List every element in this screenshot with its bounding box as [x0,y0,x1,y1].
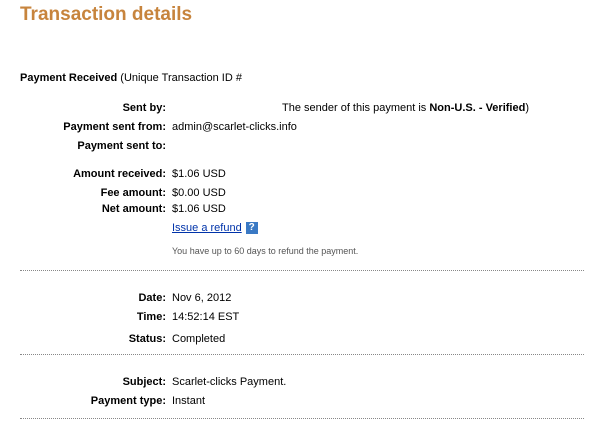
amount-received-value: $1.06 USD [172,168,226,180]
help-icon[interactable]: ? [245,222,258,235]
payment-received-heading: Payment Received (Unique Transaction ID … [20,72,242,84]
sender-verification: Non-U.S. - Verified [429,102,526,114]
fee-row: Fee amount: $0.00 USD [0,185,602,201]
subject-value: Scarlet-clicks Payment. [172,376,287,388]
status-row: Status: Completed [0,331,602,347]
fee-value: $0.00 USD [172,187,226,199]
transaction-id-text: (Unique Transaction ID # [117,72,242,84]
divider [20,270,584,271]
status-label: Status: [128,333,166,345]
time-row: Time: 14:52:14 EST [0,309,602,325]
net-label: Net amount: [101,203,166,215]
sent-to-row: Payment sent to: [0,138,602,154]
sent-from-value: admin@scarlet-clicks.info [172,121,297,133]
divider [20,418,584,419]
refund-area: Issue a refund? [172,222,258,235]
subject-row: Subject: Scarlet-clicks Payment. [0,374,602,390]
sent-by-row: Sent by: The sender of this payment is N… [0,100,602,116]
sent-from-label: Payment sent from: [63,121,166,133]
divider [20,354,584,355]
issue-refund-link[interactable]: Issue a refund [172,222,242,234]
net-row: Net amount: $1.06 USD [0,201,602,217]
sent-to-label: Payment sent to: [77,140,166,152]
sent-by-label: Sent by: [122,102,166,114]
amount-received-row: Amount received: $1.06 USD [0,166,602,182]
fee-label: Fee amount: [100,187,166,199]
sender-status-note: The sender of this payment is Non-U.S. -… [282,102,529,114]
page-title: Transaction details [20,4,193,25]
time-label: Time: [136,311,166,323]
payment-type-value: Instant [172,395,206,407]
subject-label: Subject: [122,376,166,388]
sent-from-row: Payment sent from: admin@scarlet-clicks.… [0,119,602,135]
payment-type-label: Payment type: [90,395,166,407]
net-value: $1.06 USD [172,203,226,215]
date-value: Nov 6, 2012 [172,292,232,304]
payment-type-row: Payment type: Instant [0,393,602,409]
time-value: 14:52:14 EST [172,311,240,323]
date-label: Date: [138,292,166,304]
amount-received-label: Amount received: [73,168,166,180]
status-value: Completed [172,333,226,345]
refund-note: You have up to 60 days to refund the pay… [172,246,359,256]
payment-received-label: Payment Received [20,72,118,84]
date-row: Date: Nov 6, 2012 [0,290,602,306]
